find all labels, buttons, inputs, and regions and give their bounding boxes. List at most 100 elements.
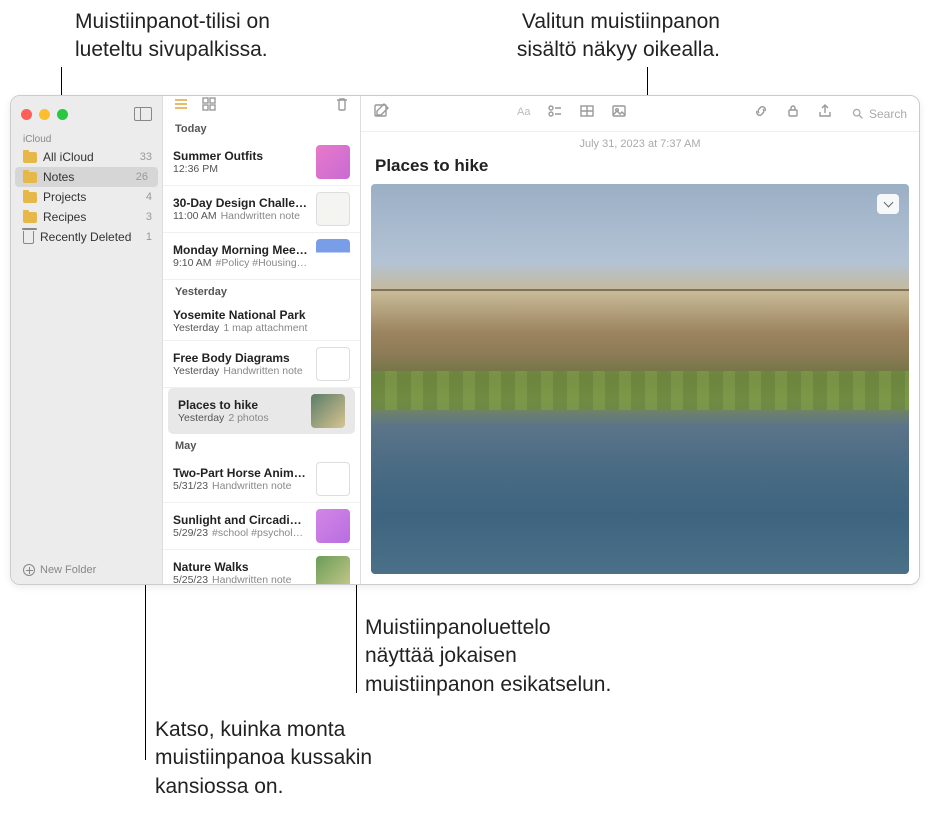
close-window-button[interactable] <box>21 109 32 120</box>
note-time: 9:10 AM <box>173 257 212 269</box>
note-image[interactable] <box>371 184 909 574</box>
note-thumbnail <box>316 192 350 226</box>
sidebar-item-notes[interactable]: Notes 26 <box>15 167 158 187</box>
note-title: Free Body Diagrams <box>173 351 308 365</box>
note-thumbnail <box>316 509 350 543</box>
note-thumbnail <box>311 394 345 428</box>
folder-icon <box>23 192 37 203</box>
toggle-sidebar-icon[interactable] <box>134 107 152 121</box>
delete-note-icon[interactable] <box>334 96 350 117</box>
gallery-view-icon[interactable] <box>201 96 217 117</box>
sidebar-item-count: 1 <box>146 231 152 243</box>
note-title: 30-Day Design Challen… <box>173 196 308 210</box>
note-row[interactable]: Monday Morning Meeting 9:10 AM #Policy #H… <box>163 233 360 280</box>
note-time: Yesterday <box>173 322 219 334</box>
sidebar-item-label: Recently Deleted <box>40 230 131 244</box>
sidebar-item-projects[interactable]: Projects 4 <box>11 187 162 207</box>
content-toolbar: Aa Search <box>361 96 919 132</box>
note-thumbnail <box>316 145 350 179</box>
note-row[interactable]: 30-Day Design Challen… 11:00 AM Handwritt… <box>163 186 360 233</box>
note-row[interactable]: Nature Walks 5/25/23Handwritten note <box>163 550 360 585</box>
note-sub: Handwritten note <box>212 574 291 585</box>
note-sub: 2 photos <box>228 412 268 424</box>
note-row[interactable]: Free Body Diagrams Yesterday Handwritten … <box>163 341 360 388</box>
note-sub: Handwritten note <box>221 210 300 222</box>
note-sub: #Policy #Housing… <box>216 257 308 269</box>
note-title: Yosemite National Park <box>173 308 350 322</box>
new-folder-button[interactable]: New Folder <box>11 556 162 584</box>
note-row[interactable]: Yosemite National Park Yesterday 1 map at… <box>163 302 360 341</box>
note-time: Yesterday <box>178 412 224 424</box>
note-title: Two-Part Horse Anima… <box>173 466 308 480</box>
note-sub: Handwritten note <box>223 365 302 377</box>
note-title: Places to hike <box>178 398 303 412</box>
sidebar-item-recently-deleted[interactable]: Recently Deleted 1 <box>11 227 162 247</box>
note-date: July 31, 2023 at 7:37 AM <box>361 132 919 152</box>
note-content-pane: Aa Search July 31, 2023 at 7:37 AM Place… <box>361 96 919 584</box>
list-view-icon[interactable] <box>173 96 189 117</box>
zoom-window-button[interactable] <box>57 109 68 120</box>
folder-icon <box>23 152 37 163</box>
sidebar: iCloud All iCloud 33 Notes 26 Projects 4… <box>11 96 163 584</box>
share-icon[interactable] <box>817 103 833 124</box>
callout-top-left: Muistiinpanot-tilisi on lueteltu sivupal… <box>75 8 270 65</box>
note-title: Nature Walks <box>173 560 308 574</box>
sidebar-item-recipes[interactable]: Recipes 3 <box>11 207 162 227</box>
note-row[interactable]: Summer Outfits 12:36 PM <box>163 139 360 186</box>
sidebar-item-label: Notes <box>43 170 74 184</box>
callout-bottom-right: Muistiinpanoluettelo näyttää jokaisen mu… <box>365 614 611 699</box>
group-header-may: May <box>163 434 360 456</box>
note-title: Sunlight and Circadian… <box>173 513 308 527</box>
media-icon[interactable] <box>611 103 627 124</box>
notelist-toolbar <box>163 96 360 117</box>
note-time: 5/31/23 <box>173 480 208 492</box>
callout-top-right: Valitun muistiinpanon sisältö näkyy oike… <box>430 8 720 65</box>
minimize-window-button[interactable] <box>39 109 50 120</box>
note-thumbnail <box>316 347 350 381</box>
folder-icon <box>23 212 37 223</box>
sidebar-item-count: 3 <box>146 211 152 223</box>
note-time: 11:00 AM <box>173 210 217 222</box>
sidebar-item-count: 4 <box>146 191 152 203</box>
sidebar-item-all-icloud[interactable]: All iCloud 33 <box>11 147 162 167</box>
new-folder-label: New Folder <box>40 564 96 576</box>
note-sub: #school #psycholo… <box>212 527 308 539</box>
lock-icon[interactable] <box>785 103 801 124</box>
note-sub: Handwritten note <box>212 480 291 492</box>
trash-icon <box>23 231 34 244</box>
sidebar-item-label: Projects <box>43 190 86 204</box>
note-title: Monday Morning Meeting <box>173 243 308 257</box>
callout-bottom-left: Katso, kuinka monta muistiinpanoa kussak… <box>155 716 372 801</box>
svg-text:Aa: Aa <box>517 106 531 118</box>
note-heading[interactable]: Places to hike <box>361 152 919 184</box>
folder-icon <box>23 172 37 183</box>
image-menu-chevron-icon[interactable] <box>877 194 899 214</box>
note-row[interactable]: Sunlight and Circadian… 5/29/23 #school #… <box>163 503 360 550</box>
search-placeholder: Search <box>869 107 907 121</box>
note-sub: 1 map attachment <box>223 322 307 334</box>
link-icon[interactable] <box>753 103 769 124</box>
sidebar-item-count: 33 <box>140 151 152 163</box>
note-row-selected[interactable]: Places to hike Yesterday 2 photos <box>168 388 355 434</box>
compose-icon[interactable] <box>373 103 389 124</box>
sidebar-item-count: 26 <box>136 171 148 183</box>
group-header-yesterday: Yesterday <box>163 280 360 302</box>
note-thumbnail <box>316 462 350 496</box>
search-input[interactable]: Search <box>851 107 907 121</box>
table-icon[interactable] <box>579 103 595 124</box>
notes-app-window: iCloud All iCloud 33 Notes 26 Projects 4… <box>10 95 920 585</box>
group-header-today: Today <box>163 117 360 139</box>
note-time: 5/29/23 <box>173 527 208 539</box>
format-icon[interactable]: Aa <box>515 103 531 124</box>
sidebar-item-label: All iCloud <box>43 150 94 164</box>
note-row[interactable]: Two-Part Horse Anima… 5/31/23 Handwritten… <box>163 456 360 503</box>
checklist-icon[interactable] <box>547 103 563 124</box>
plus-circle-icon <box>23 564 35 576</box>
sidebar-section-header: iCloud <box>11 132 162 147</box>
note-thumbnail <box>316 239 350 273</box>
window-titlebar <box>11 96 162 132</box>
note-thumbnail <box>316 556 350 585</box>
note-time: 12:36 PM <box>173 163 218 175</box>
note-time: Yesterday <box>173 365 219 377</box>
note-title: Summer Outfits <box>173 149 308 163</box>
